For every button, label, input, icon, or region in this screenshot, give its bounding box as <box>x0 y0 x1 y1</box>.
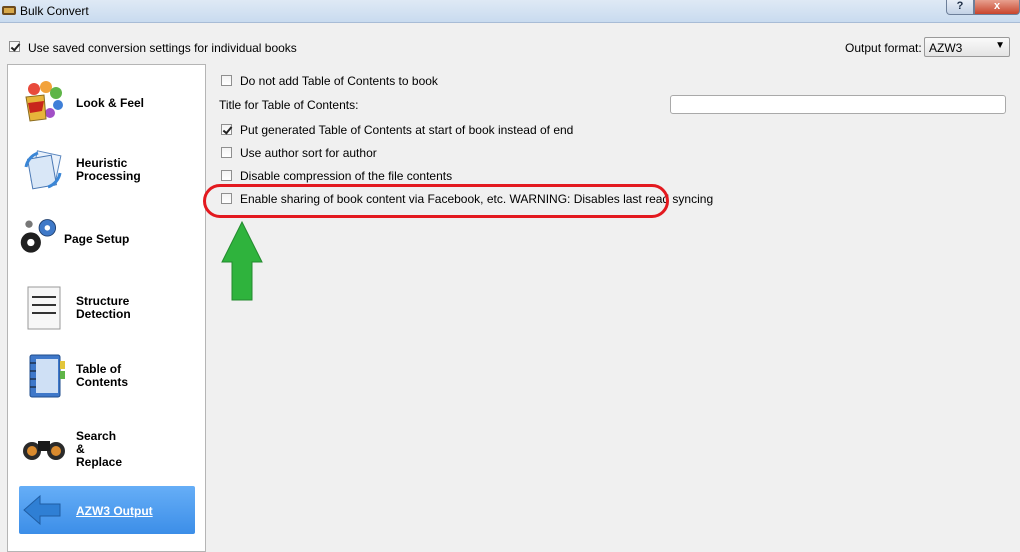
sidebar-item-page-setup[interactable]: Page Setup <box>8 207 205 267</box>
checkmark-icon <box>222 124 233 135</box>
use-saved-settings-label: Use saved conversion settings for indivi… <box>28 41 297 55</box>
sidebar-item-azw3-output[interactable]: AZW3 Output <box>8 486 205 546</box>
binoculars-icon <box>23 441 65 460</box>
help-button[interactable]: ? <box>946 0 974 15</box>
chevron-down-icon: ▼ <box>995 40 1005 51</box>
toc-at-start-checkbox[interactable] <box>221 124 233 135</box>
no-toc-checkbox[interactable] <box>221 75 232 86</box>
calibre-app-icon <box>2 6 16 15</box>
sidebar-item-label: Look & Feel <box>76 96 145 110</box>
checkmark-icon <box>10 41 21 52</box>
gears-icon <box>20 219 57 253</box>
author-sort-label: Use author sort for author <box>240 146 377 160</box>
disable-compression-label: Disable compression of the file contents <box>240 169 453 183</box>
output-format-label: Output format: <box>845 41 922 55</box>
back-arrow-icon <box>23 494 61 526</box>
sidebar-item-table-of-contents[interactable]: Table of Contents <box>8 345 205 405</box>
title-bar: Bulk Convert ? x <box>0 0 1020 23</box>
sidebar-item-label: Structure Detection <box>76 294 131 321</box>
disable-compression-checkbox[interactable] <box>221 170 232 181</box>
sidebar-item-search-replace[interactable]: Search & Replace <box>8 415 205 475</box>
checkbox-box[interactable] <box>9 41 21 52</box>
heuristic-documents-icon <box>24 150 62 190</box>
green-up-arrow-icon <box>221 220 263 301</box>
document-lines-icon <box>27 286 61 330</box>
author-sort-checkbox[interactable] <box>221 147 232 158</box>
sidebar-item-label: Page Setup <box>64 232 130 246</box>
toc-at-start-label: Put generated Table of Contents at start… <box>240 123 574 137</box>
notebook-icon <box>29 354 65 398</box>
no-toc-label: Do not add Table of Contents to book <box>240 74 438 88</box>
sidebar-item-label: Table of Contents <box>76 362 128 389</box>
sidebar-item-label: Heuristic Processing <box>76 156 141 183</box>
paint-bucket-icon <box>25 81 63 122</box>
toc-title-input[interactable] <box>670 95 1006 114</box>
red-highlight-ellipse <box>203 184 669 218</box>
sidebar: Look & Feel Heuristic Processing Page Set… <box>7 64 206 552</box>
toc-title-label: Title for Table of Contents: <box>219 98 359 112</box>
close-button[interactable]: x <box>974 0 1020 15</box>
sidebar-item-structure-detection[interactable]: Structure Detection <box>8 277 205 337</box>
output-format-value: AZW3 <box>929 41 963 55</box>
close-icon: x <box>993 0 1001 12</box>
sidebar-item-label: Search & Replace <box>76 429 123 469</box>
sidebar-item-look-and-feel[interactable]: Look & Feel <box>8 73 205 133</box>
sidebar-item-label: AZW3 Output <box>76 504 153 518</box>
window-title: Bulk Convert <box>20 4 89 18</box>
sidebar-item-heuristic-processing[interactable]: Heuristic Processing <box>8 139 205 199</box>
output-format-select[interactable]: AZW3 ▼ <box>924 37 1010 57</box>
